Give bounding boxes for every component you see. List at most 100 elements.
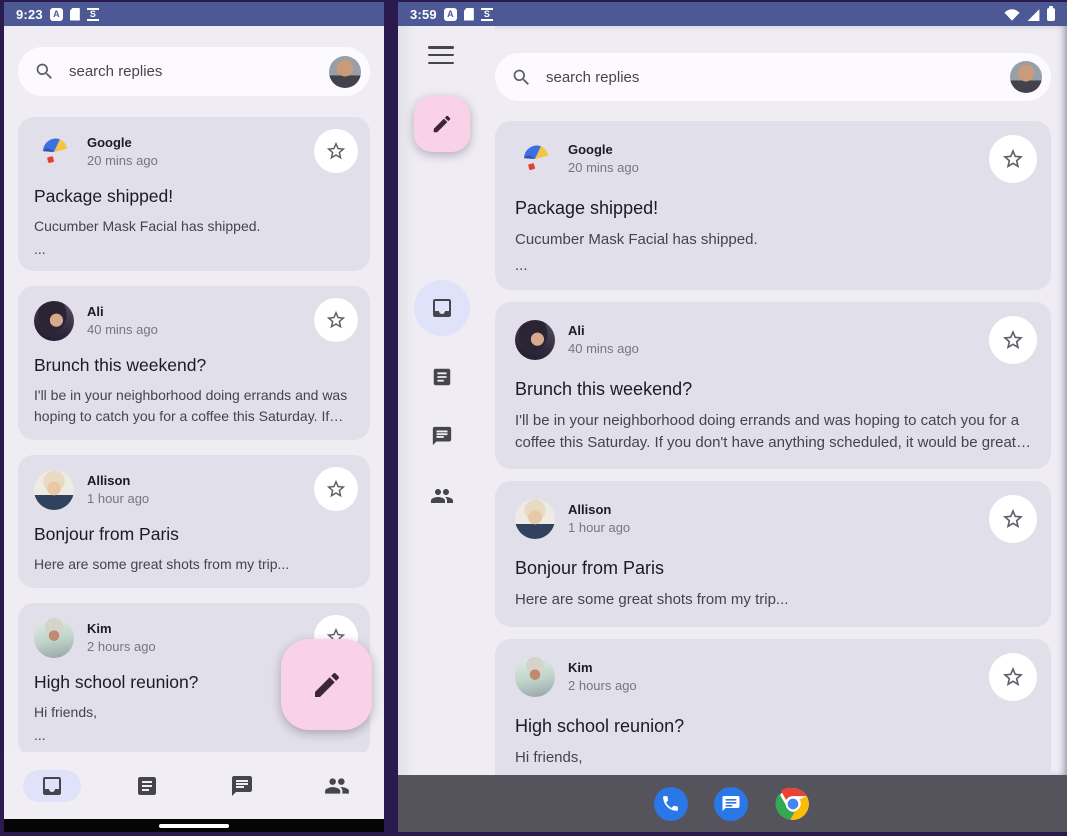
sender-name: Kim <box>87 621 301 636</box>
email-card-google[interactable]: Google 20 mins ago Package shipped! Cucu… <box>495 121 1051 290</box>
reply-app-tablet: Google 20 mins ago Package shipped! Cucu… <box>398 26 1067 775</box>
rail-item-direct-messages[interactable] <box>414 416 470 456</box>
email-time: 20 mins ago <box>87 153 301 168</box>
email-card-ali[interactable]: Ali 40 mins ago Brunch this weekend? I'l… <box>495 302 1051 470</box>
phone-app-icon[interactable] <box>654 787 688 821</box>
email-subject: Package shipped! <box>515 198 1031 219</box>
s-badge-icon: S <box>481 8 493 21</box>
cell-signal-icon <box>1026 8 1041 21</box>
email-card-kim[interactable]: Kim 2 hours ago High school reunion? Hi … <box>495 639 1051 775</box>
status-bar-right: 3:59 A S <box>398 2 1067 26</box>
email-preview: Here are some great shots from my trip..… <box>34 554 354 574</box>
profile-avatar[interactable] <box>1010 61 1042 93</box>
email-more: ... <box>34 241 354 257</box>
favorite-button[interactable] <box>314 298 358 342</box>
clock: 3:59 <box>410 7 437 22</box>
favorite-button[interactable] <box>989 316 1037 364</box>
favorite-button[interactable] <box>989 135 1037 183</box>
search-bar[interactable] <box>495 53 1051 101</box>
compose-fab[interactable] <box>414 96 470 152</box>
email-card-allison[interactable]: Allison 1 hour ago Bonjour from Paris He… <box>18 455 370 588</box>
people-icon <box>324 773 350 799</box>
email-more: ... <box>515 257 1031 274</box>
rail-item-groups[interactable] <box>414 476 470 516</box>
allison-avatar <box>34 470 74 510</box>
email-list: Google 20 mins ago Package shipped! Cucu… <box>495 121 1051 775</box>
email-preview: Hi friends, <box>515 747 1031 769</box>
favorite-button[interactable] <box>314 129 358 173</box>
kim-avatar <box>515 657 555 697</box>
email-preview: Cucumber Mask Facial has shipped. <box>34 216 354 236</box>
nav-item-inbox[interactable] <box>23 770 81 802</box>
email-time: 40 mins ago <box>568 341 976 356</box>
google-avatar-icon <box>34 132 74 172</box>
wifi-icon <box>1004 8 1020 21</box>
phone-window: 9:23 A S Google 20 <box>0 0 390 836</box>
email-preview: I'll be in your neighborhood doing erran… <box>515 410 1031 454</box>
pencil-icon <box>311 669 343 701</box>
email-preview: Here are some great shots from my trip..… <box>515 589 1031 611</box>
search-icon <box>34 61 55 82</box>
star-icon <box>1001 665 1025 689</box>
profile-avatar[interactable] <box>329 56 361 88</box>
email-subject: Brunch this weekend? <box>34 355 354 376</box>
allison-avatar <box>515 499 555 539</box>
nav-item-articles[interactable] <box>118 770 176 802</box>
rail-item-articles[interactable] <box>414 357 470 397</box>
sim-card-icon <box>70 8 80 21</box>
reply-app-phone: Google 20 mins ago Package shipped! Cucu… <box>4 26 384 819</box>
clock: 9:23 <box>16 7 43 22</box>
search-icon <box>511 67 532 88</box>
favorite-button[interactable] <box>314 467 358 511</box>
email-subject: High school reunion? <box>515 716 1031 737</box>
email-card-ali[interactable]: Ali 40 mins ago Brunch this weekend? I'l… <box>18 286 370 440</box>
compose-fab[interactable] <box>281 639 372 730</box>
favorite-button[interactable] <box>989 653 1037 701</box>
star-icon <box>325 309 347 331</box>
email-preview: Cucumber Mask Facial has shipped. <box>515 229 1031 251</box>
email-time: 40 mins ago <box>87 322 301 337</box>
email-time: 2 hours ago <box>87 639 301 654</box>
email-card-allison[interactable]: Allison 1 hour ago Bonjour from Paris He… <box>495 481 1051 627</box>
menu-button[interactable] <box>428 44 454 66</box>
rail-item-inbox[interactable] <box>414 280 470 336</box>
sender-name: Ali <box>87 304 301 319</box>
chat-icon <box>230 774 254 798</box>
ali-avatar <box>34 301 74 341</box>
email-time: 20 mins ago <box>568 160 976 175</box>
sim-card-icon <box>464 8 474 21</box>
article-icon <box>135 774 159 798</box>
chrome-app-icon[interactable] <box>774 785 812 823</box>
chat-icon <box>431 425 453 447</box>
search-input[interactable] <box>69 63 315 80</box>
sender-name: Allison <box>568 502 976 517</box>
search-bar[interactable] <box>18 47 370 96</box>
email-time: 2 hours ago <box>568 678 976 693</box>
star-icon <box>325 140 347 162</box>
nav-item-groups[interactable] <box>308 770 366 802</box>
kim-avatar <box>34 618 74 658</box>
favorite-button[interactable] <box>989 495 1037 543</box>
sender-name: Ali <box>568 323 976 338</box>
sender-name: Google <box>87 135 301 150</box>
google-avatar-icon <box>515 139 555 179</box>
people-icon <box>430 484 454 508</box>
sender-name: Kim <box>568 660 976 675</box>
tablet-window: 3:59 A S <box>398 0 1067 836</box>
email-card-google[interactable]: Google 20 mins ago Package shipped! Cucu… <box>18 117 370 271</box>
star-icon <box>1001 328 1025 352</box>
gesture-nav-area <box>4 819 384 832</box>
search-input[interactable] <box>546 69 996 86</box>
star-icon <box>1001 147 1025 171</box>
messages-app-icon[interactable] <box>714 787 748 821</box>
status-bar-left: 9:23 A S <box>4 2 384 26</box>
email-subject: Bonjour from Paris <box>34 524 354 545</box>
article-icon <box>431 366 453 388</box>
a-badge-icon: A <box>444 8 457 21</box>
inbox-icon <box>430 296 454 320</box>
email-list-pane: Google 20 mins ago Package shipped! Cucu… <box>495 26 1067 775</box>
home-indicator[interactable] <box>159 824 229 828</box>
nav-item-direct-messages[interactable] <box>213 770 271 802</box>
sender-name: Google <box>568 142 976 157</box>
star-icon <box>325 478 347 500</box>
